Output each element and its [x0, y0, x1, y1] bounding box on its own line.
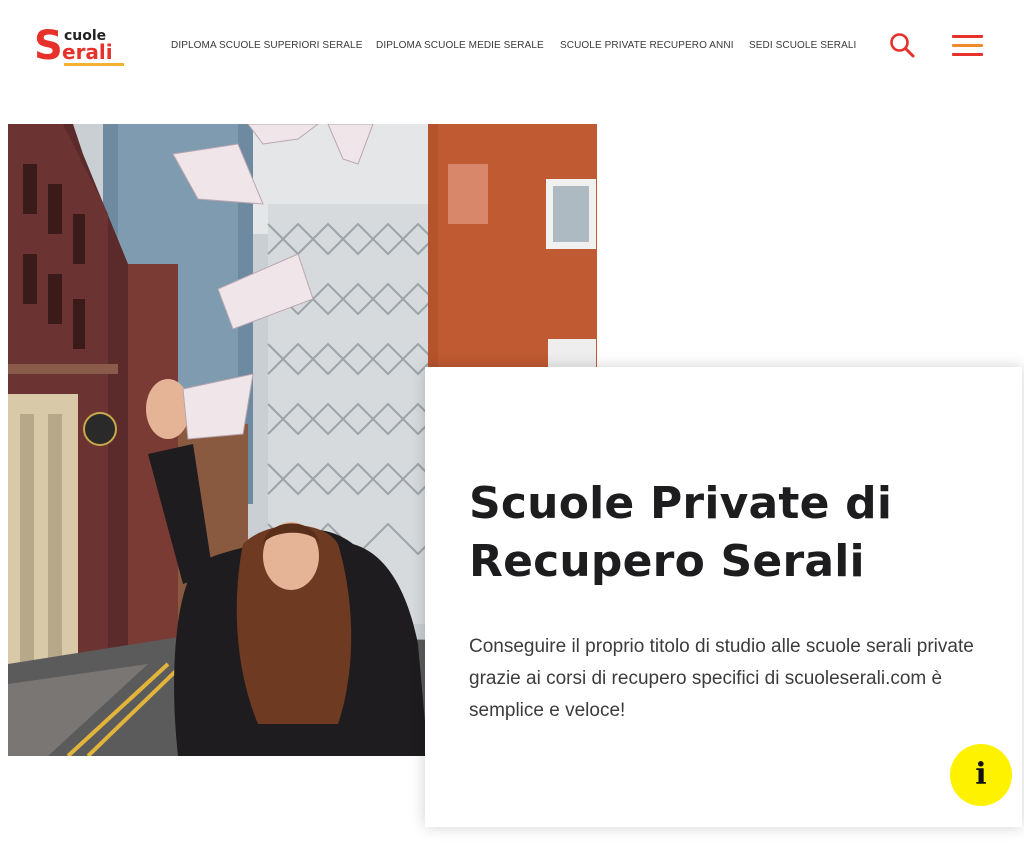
search-button[interactable]	[888, 31, 916, 59]
logo-underline	[64, 63, 124, 66]
nav-scuole-private-recupero[interactable]: SCUOLE PRIVATE RECUPERO ANNI	[560, 38, 734, 54]
hamburger-menu-button[interactable]	[952, 34, 986, 58]
nav-diploma-medie[interactable]: DIPLOMA SCUOLE MEDIE SERALE	[376, 38, 544, 54]
site-header: S cuole erali DIPLOMA SCUOLE SUPERIORI S…	[0, 0, 1024, 92]
logo-letter: S	[34, 23, 63, 69]
hamburger-menu-icon	[952, 35, 983, 38]
hero-title: Scuole Private di Recupero Serali	[469, 478, 893, 587]
menu-line-middle	[952, 44, 983, 47]
nav-diploma-superiori[interactable]: DIPLOMA SCUOLE SUPERIORI SERALE	[171, 38, 363, 54]
menu-line-bottom	[952, 53, 983, 56]
info-button[interactable]: i	[950, 744, 1012, 806]
info-icon: i	[975, 757, 987, 792]
site-logo[interactable]: S cuole erali	[34, 26, 126, 66]
logo-text-bottom: erali	[62, 40, 113, 64]
nav-sedi-scuole[interactable]: SEDI SCUOLE SERALI	[749, 38, 856, 54]
hero-description: Conseguire il proprio titolo di studio a…	[469, 636, 974, 721]
search-icon	[890, 33, 915, 58]
hero-card: Scuole Private di Recupero Serali Conseg…	[425, 367, 1022, 827]
